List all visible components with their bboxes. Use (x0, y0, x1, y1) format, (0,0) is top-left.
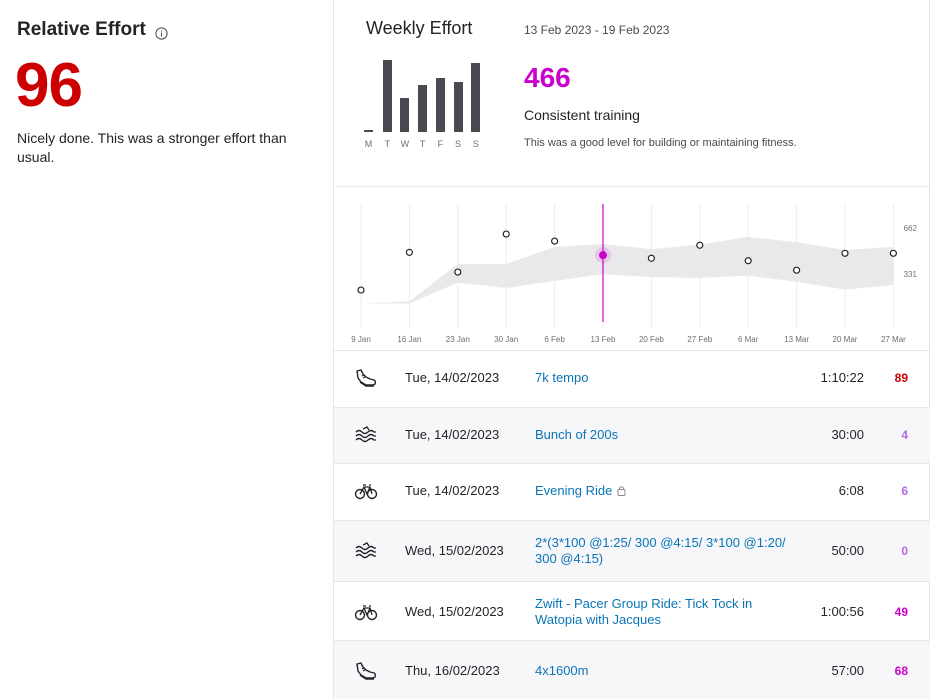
activity-duration: 6:08 (838, 483, 864, 498)
activity-duration: 30:00 (831, 427, 864, 442)
chart-point (744, 257, 752, 265)
weekday-bar (435, 78, 445, 132)
weekday-labels: M TWT F SS (364, 139, 488, 151)
chart-x-tick-label: 6 Mar (738, 335, 759, 344)
chart-point (889, 249, 898, 257)
chart-x-tick-label: 6 Feb (544, 335, 565, 344)
chart-point (551, 237, 559, 245)
relative-effort-heading: Relative Effort (17, 19, 168, 41)
section-divider (334, 186, 929, 187)
activity-list: Tue, 14/02/2023 7k tempo 1:10:22 89 Tue, 14/… (334, 350, 930, 699)
activity-relative-effort: 49 (894, 605, 908, 619)
activity-row[interactable]: Tue, 14/02/2023 7k tempo 1:10:22 89 (334, 350, 930, 407)
activity-date: Tue, 14/02/2023 (405, 370, 500, 385)
chart-x-tick-label: 23 Jan (446, 335, 470, 344)
weekday-label: S (472, 139, 479, 149)
chart-x-tick-label: 16 Jan (397, 335, 421, 344)
weekday-bar (471, 63, 481, 132)
activity-name-link[interactable]: 7k tempo (535, 370, 795, 386)
lock-icon (617, 484, 626, 500)
activity-name-link[interactable]: 2*(3*100 @1:25/ 300 @4:15/ 3*100 @1:20/ … (535, 535, 795, 567)
activity-name-link[interactable]: Evening Ride (535, 483, 795, 500)
activity-row[interactable]: Wed, 15/02/2023 2*(3*100 @1:25/ 300 @4:15… (334, 520, 930, 581)
chart-point (793, 266, 801, 274)
chart-point (405, 248, 414, 256)
weekday-label: F (437, 139, 444, 149)
run-shoe-icon (354, 660, 378, 682)
weekday-bar (382, 60, 392, 132)
activity-row[interactable]: Tue, 14/02/2023 Evening Ride 6:08 6 (334, 463, 930, 520)
swim-icon (354, 540, 378, 562)
weekly-note: This was a good level for building or ma… (524, 137, 797, 149)
activity-relative-effort: 0 (901, 544, 908, 558)
weekday-label: M (364, 139, 373, 149)
activity-date: Thu, 16/02/2023 (405, 663, 500, 678)
chart-point (841, 249, 849, 257)
chart-point (696, 241, 704, 249)
weekday-bar (400, 98, 410, 132)
chart-x-tick-label: 13 Mar (784, 335, 809, 344)
chart-x-tick-label: 20 Feb (639, 335, 664, 344)
activity-date: Tue, 14/02/2023 (405, 427, 500, 442)
weekly-effort-value: 466 (524, 62, 571, 93)
relative-effort-panel: Relative Effort 96 Nicely done. This was… (0, 0, 333, 699)
activity-duration: 1:00:56 (820, 604, 864, 619)
activity-date: Tue, 14/02/2023 (405, 483, 500, 498)
chart-point (502, 230, 510, 238)
weekly-status: Consistent training (524, 107, 640, 123)
bike-icon (354, 601, 378, 623)
activity-date: Wed, 15/02/2023 (405, 604, 504, 619)
activity-relative-effort: 68 (894, 664, 908, 678)
weekday-bar (453, 82, 463, 132)
chart-x-tick-label: 13 Feb (591, 335, 616, 344)
chart-y-tick-label: 662 (904, 224, 918, 233)
chart-point (647, 254, 655, 262)
bike-icon (354, 480, 378, 502)
activity-row[interactable]: Thu, 16/02/2023 4x1600m 57:00 68 (334, 640, 930, 699)
weekly-effort-chart[interactable]: 9 Jan 16 Jan 23 Jan 30 Jan 6 Feb 13 Feb 20 Feb… (334, 190, 929, 350)
chart-point (357, 286, 365, 294)
chart-x-tick-label: 9 Jan (351, 335, 371, 344)
activity-duration: 57:00 (831, 663, 864, 678)
activity-row[interactable]: Tue, 14/02/2023 Bunch of 200s 30:00 4 (334, 407, 930, 463)
weekday-bar (364, 130, 373, 132)
relative-effort-description: Nicely done. This was a stronger effort … (17, 130, 287, 165)
weekday-label: S (455, 139, 462, 149)
weekday-label: W (400, 139, 410, 149)
activity-duration: 50:00 (831, 543, 864, 558)
activity-row[interactable]: Wed, 15/02/2023 Zwift - Pacer Group Ride:… (334, 581, 930, 640)
activity-name-link[interactable]: Bunch of 200s (535, 427, 795, 443)
weekday-bar (418, 85, 428, 132)
chart-y-tick-label: 331 (904, 270, 918, 279)
chart-range-band (361, 236, 894, 304)
relative-effort-score: 96 (15, 51, 83, 120)
weekly-date-range: 13 Feb 2023 - 19 Feb 2023 (524, 23, 670, 37)
activity-relative-effort: 6 (901, 484, 908, 498)
chart-x-tick-label: 27 Feb (687, 335, 712, 344)
activity-relative-effort: 89 (894, 371, 908, 385)
chart-x-tick-label: 30 Jan (494, 335, 518, 344)
weekday-label: T (419, 139, 426, 149)
swim-icon (354, 424, 378, 446)
activity-name-link[interactable]: Zwift - Pacer Group Ride: Tick Tock in W… (535, 596, 795, 628)
chart-point (454, 268, 462, 276)
activity-duration: 1:10:22 (820, 370, 864, 385)
weekday-label: T (384, 139, 390, 149)
activity-name-link[interactable]: 4x1600m (535, 663, 795, 679)
run-shoe-icon (354, 367, 378, 389)
weekly-effort-title: Weekly Effort (366, 18, 473, 38)
info-icon[interactable] (155, 24, 168, 40)
chart-x-tick-label: 20 Mar (833, 335, 858, 344)
relative-effort-title: Relative Effort (17, 19, 146, 40)
chart-point-selected (599, 251, 607, 260)
chart-x-tick-label: 27 Mar (881, 335, 906, 344)
weekly-bars (364, 56, 488, 132)
activity-relative-effort: 4 (901, 428, 908, 442)
activity-date: Wed, 15/02/2023 (405, 543, 504, 558)
